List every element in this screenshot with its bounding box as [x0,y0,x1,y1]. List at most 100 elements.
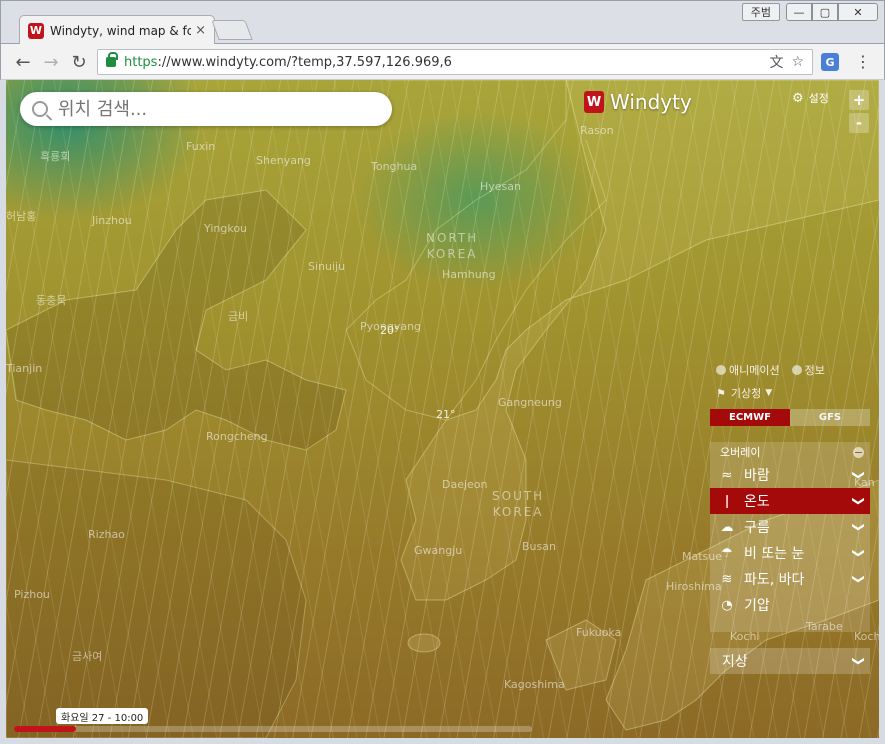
info-toggle[interactable]: 정보 [791,362,825,378]
gear-icon: ⚙ [792,90,804,106]
map-city-label: Gwangju [414,544,463,557]
model-ecmwf-button[interactable]: ECMWF [710,409,790,426]
minimize-button[interactable]: — [786,3,812,21]
weather-map[interactable]: Fuxin Shenyang Tonghua Hyesan Rason Jinz… [6,80,879,738]
overlay-item-rain-snow[interactable]: ☂ 비 또는 눈 ❯ [710,540,870,566]
forward-button[interactable]: → [39,50,63,74]
cloud-icon: ☁ [720,519,734,535]
chevron-down-icon: ❯ [851,521,866,533]
map-city-label: Busan [522,540,556,553]
map-city-label: Fuxin [186,140,216,153]
overlay-item-pressure[interactable]: ◔ 기압 [710,592,870,618]
source-dropdown[interactable]: ⚑ 기상청 ▼ [716,385,772,401]
tab-title: Windyty, wind map & fc [50,23,192,38]
chevron-down-icon: ▼ [765,388,773,398]
timeline-slider[interactable] [14,726,532,732]
overlay-panel: 오버레이 ≈ 바람 ❯ ǀ 온도 ❯ ☁ 구름 ❯ ☂ 비 또는 눈 ❯ ≋ 파… [710,442,870,632]
animation-icon [716,365,726,375]
search-input[interactable] [58,98,380,120]
temperature-label: 21° [436,408,456,421]
windyty-logo-icon: W [584,91,604,113]
map-city-label: Tonghua [371,160,418,173]
windyty-logo[interactable]: W Windyty [584,90,692,114]
source-label: 기상청 [730,387,762,400]
browser-menu-icon[interactable]: ⋮ [855,52,871,71]
waves-icon: ≋ [721,571,733,587]
chevron-down-icon: ❯ [851,495,866,507]
map-city-label: Hamhung [442,268,496,281]
lock-icon [106,52,118,67]
location-search[interactable] [20,92,392,126]
url-protocol: https [124,54,158,70]
map-city-label: Rason [580,124,614,137]
overlay-label: 온도 [744,494,770,510]
map-korean-label: 동충묵 [36,294,67,307]
pressure-gauge-icon: ◔ [721,597,733,613]
chevron-down-icon: ❯ [851,547,866,559]
map-city-label: Jinzhou [92,214,132,227]
overlay-item-clouds[interactable]: ☁ 구름 ❯ [710,514,870,540]
rain-icon: ☂ [721,545,733,561]
map-city-label: Gangneung [498,396,562,409]
address-bar[interactable]: https://www.windyty.com/?temp,37.597,126… [97,49,813,75]
profile-button[interactable]: 주범 [741,3,780,21]
overlay-item-temperature[interactable]: ǀ 온도 ❯ [710,488,870,514]
info-label: 정보 [804,364,825,377]
map-city-label: Rongcheng [206,430,268,443]
collapse-icon[interactable] [853,446,864,458]
overlay-title: 오버레이 [720,446,761,459]
window-close-button[interactable]: ✕ [838,3,878,21]
map-korean-label: 금비 [228,310,249,323]
chevron-down-icon: ❯ [851,573,866,585]
overlay-item-waves[interactable]: ≋ 파도, 바다 ❯ [710,566,870,592]
chevron-down-icon: ❯ [851,469,866,481]
timeline-progress[interactable] [14,726,77,732]
zoom-in-button[interactable]: + [849,90,869,110]
info-icon [791,365,802,375]
overlay-label: 바람 [744,468,770,484]
map-city-label: Pizhou [14,588,50,601]
map-options: 애니메이션 정보 [716,362,825,378]
map-city-label: Yingkou [204,222,248,235]
extension-icon[interactable]: G [821,53,839,71]
back-button[interactable]: ← [11,50,35,74]
model-switch: ECMWF GFS [710,409,870,426]
reload-button[interactable]: ↻ [67,50,91,74]
maximize-button[interactable]: ▢ [812,3,838,21]
new-tab-button[interactable] [211,20,253,40]
level-label: 지상 [722,654,748,670]
animation-toggle[interactable]: 애니메이션 [716,362,780,378]
url-text: https://www.windyty.com/?temp,37.597,126… [124,55,761,70]
tab-close-icon[interactable]: × [195,23,206,38]
windyty-favicon-icon: W [28,22,44,39]
map-korean-label: 흑룡회 [40,150,71,163]
model-gfs-button[interactable]: GFS [790,409,870,426]
bookmark-star-icon[interactable]: ☆ [791,54,804,70]
chevron-down-icon: ❯ [851,655,866,667]
map-city-label: Kagoshima [504,678,565,691]
window-titlebar: W Windyty, wind map & fc × 주범 — ▢ ✕ [0,0,885,45]
wind-icon: ≈ [721,467,733,483]
map-city-label: Daejeon [442,478,488,491]
overlay-header: 오버레이 [710,442,870,462]
overlay-label: 기압 [744,598,770,614]
map-city-label: Fukuoka [576,626,622,639]
logo-text: Windyty [610,90,692,114]
translate-icon[interactable]: 文 [769,52,783,72]
animation-label: 애니메이션 [729,364,780,377]
settings-label: 설정 [808,92,829,105]
map-korean-label: 허남홍 [6,210,37,223]
overlay-item-wind[interactable]: ≈ 바람 ❯ [710,462,870,488]
overlay-label: 비 또는 눈 [744,546,805,562]
browser-tab[interactable]: W Windyty, wind map & fc × [19,15,215,45]
map-korean-label: 금사여 [72,650,103,663]
zoom-out-button[interactable]: - [849,113,869,133]
map-city-label: Rizhao [88,528,125,541]
country-label-south-korea: SOUTH KOREA [492,489,545,519]
level-dropdown-ground[interactable]: 지상 ❯ [710,648,870,674]
flag-icon: ⚑ [716,386,726,400]
time-indicator: 화요일 27 - 10:00 [56,708,149,724]
map-city-label: Hyesan [480,180,521,193]
thermometer-icon: ǀ [725,493,729,509]
settings-button[interactable]: ⚙ 설정 [792,90,829,106]
